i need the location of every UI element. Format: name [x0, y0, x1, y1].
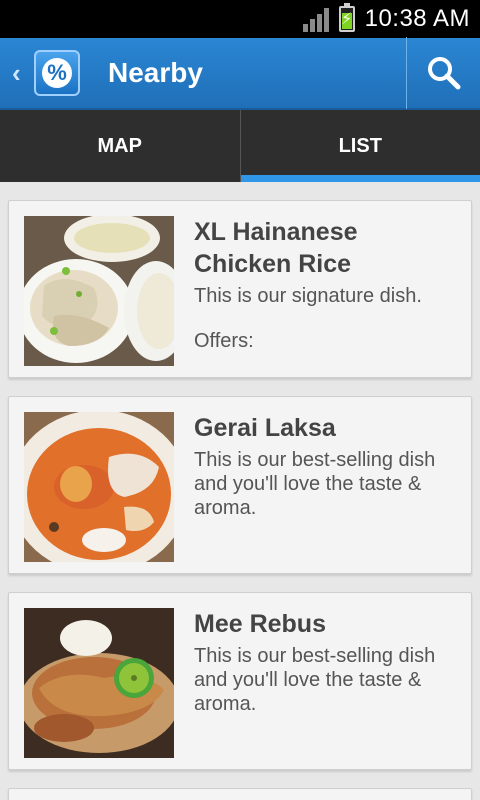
list-item[interactable]: Mee Rebus This is our best-selling dish … — [8, 592, 472, 770]
action-bar: ‹ % Nearby — [0, 37, 480, 110]
item-description: This is our signature dish. — [194, 285, 422, 307]
search-button[interactable] — [406, 37, 480, 109]
item-name: Mee Rebus — [194, 610, 326, 638]
item-offers-label: Offers: — [194, 330, 254, 352]
status-clock: 10:38 AM — [364, 5, 470, 32]
search-icon — [427, 57, 460, 90]
tab-bar: MAP LIST — [0, 110, 480, 182]
list-item[interactable]: XL Hainanese Chicken Rice This is our si… — [8, 200, 472, 378]
tab-map[interactable]: MAP — [0, 110, 240, 182]
battery-charging-icon: ⚡ — [338, 3, 355, 32]
app-logo[interactable]: % — [34, 50, 80, 96]
item-name: Gerai Laksa — [194, 414, 336, 442]
item-name: XL Hainanese Chicken Rice — [194, 218, 358, 278]
up-navigation-icon[interactable]: ‹ — [12, 58, 28, 89]
status-bar: ⚡ 10:38 AM — [0, 0, 480, 38]
list-item[interactable]: Gerai Laksa This is our best-selling dis… — [8, 396, 472, 574]
page-title: Nearby — [108, 57, 203, 88]
chicken-rice-photo — [24, 216, 174, 366]
signal-icon — [302, 6, 329, 32]
tab-list[interactable]: LIST — [239, 110, 480, 182]
item-description: This is our best-selling dish and you'll… — [194, 449, 436, 519]
percent-icon: % — [42, 58, 72, 88]
list-item[interactable] — [8, 788, 472, 800]
laksa-photo — [24, 412, 174, 562]
restaurant-list[interactable]: XL Hainanese Chicken Rice This is our si… — [0, 182, 480, 800]
mee-rebus-photo — [24, 608, 174, 758]
item-description: This is our best-selling dish and you'll… — [194, 645, 436, 715]
